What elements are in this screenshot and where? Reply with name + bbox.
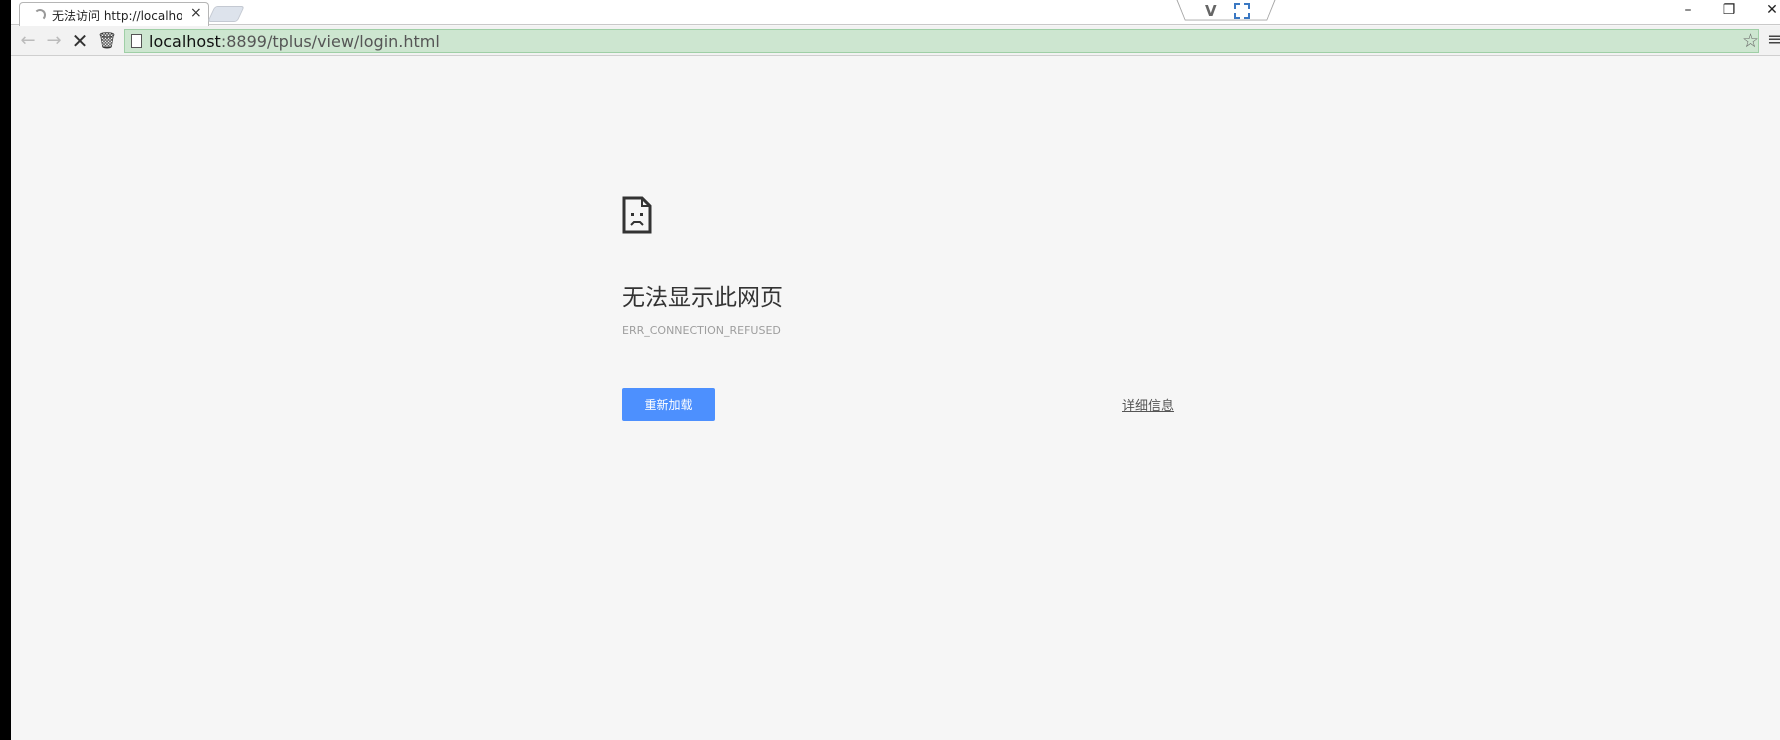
address-bar[interactable]: localhost:8899/tplus/view/login.html ☆ <box>124 29 1759 53</box>
fullscreen-icon[interactable] <box>1234 3 1250 19</box>
extension-area: V <box>1176 0 1276 22</box>
menu-icon[interactable]: ≡ <box>1767 29 1780 50</box>
error-title: 无法显示此网页 <box>622 285 783 311</box>
sad-page-icon <box>622 196 652 234</box>
details-link[interactable]: 详细信息 <box>1122 395 1174 414</box>
loading-spinner-icon <box>34 9 46 21</box>
back-button[interactable]: ← <box>17 30 39 52</box>
stop-button[interactable]: ✕ <box>69 30 91 52</box>
extension-divider <box>1176 0 1276 21</box>
tab-close-icon[interactable]: × <box>190 5 202 21</box>
tab-active[interactable]: 无法访问 http://localhost × <box>19 2 209 26</box>
reload-button[interactable]: 重新加载 <box>622 388 715 421</box>
new-tab-button[interactable] <box>207 6 245 22</box>
toolbar: ← → ✕ 🗑 localhost:8899/tplus/view/login.… <box>11 26 1780 56</box>
error-code: ERR_CONNECTION_REFUSED <box>622 324 781 337</box>
tab-strip: 无法访问 http://localhost × V – ❐ ✕ <box>11 0 1780 26</box>
error-page: 无法显示此网页 ERR_CONNECTION_REFUSED 重新加载 详细信息 <box>11 57 1780 740</box>
bookmark-star-icon[interactable]: ☆ <box>1742 30 1759 52</box>
forward-button[interactable]: → <box>43 30 65 52</box>
url-host: localhost <box>149 32 221 51</box>
tab-title: 无法访问 http://localhost <box>52 9 182 23</box>
trash-icon[interactable]: 🗑 <box>96 30 118 52</box>
url-text[interactable]: localhost:8899/tplus/view/login.html <box>149 32 440 51</box>
vivaldi-v-icon[interactable]: V <box>1205 2 1217 20</box>
browser-window: 无法访问 http://localhost × V – ❐ ✕ ← → ✕ 🗑 … <box>11 0 1780 740</box>
page-icon <box>131 34 142 48</box>
close-window-button[interactable]: ✕ <box>1762 2 1780 18</box>
minimize-button[interactable]: – <box>1678 2 1698 18</box>
url-path: :8899/tplus/view/login.html <box>220 32 440 51</box>
restore-button[interactable]: ❐ <box>1719 2 1739 18</box>
